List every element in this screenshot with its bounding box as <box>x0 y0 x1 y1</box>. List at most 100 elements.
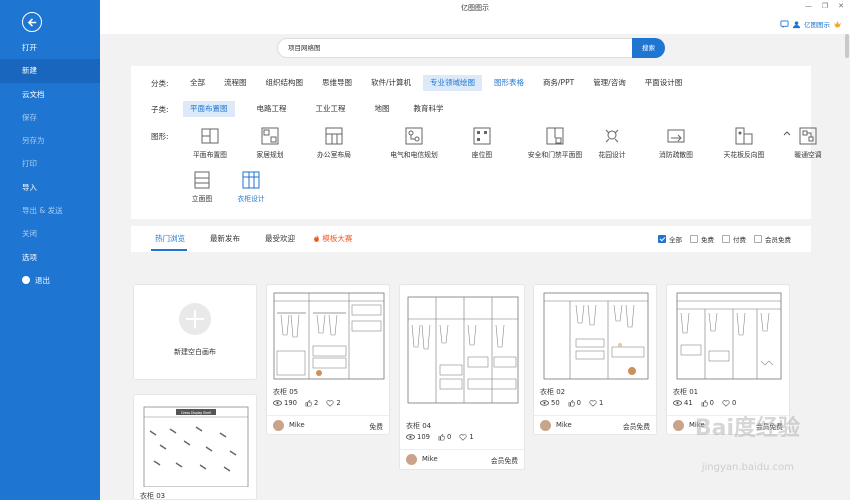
shape-ceiling[interactable]: 天花板反向图 <box>707 126 781 159</box>
template-card[interactable]: 衣柜 02 50 0 1 Mike 会员免费 <box>533 284 657 435</box>
subcategory-circuit[interactable]: 电路工程 <box>250 101 294 117</box>
shape-floorplan[interactable]: 平面布置图 <box>177 126 243 159</box>
sidebar-menu: 打开 新建 云文档 保存 另存为 打印 导入 导出 & 发送 关闭 选项 退出 <box>0 36 100 292</box>
title-bar: 亿图图示 — ❐ ✕ <box>100 0 850 16</box>
card-title: 衣柜 01 <box>673 388 699 396</box>
likes-stat[interactable]: 2 <box>305 399 318 407</box>
restore-icon[interactable]: ❐ <box>822 2 828 10</box>
favorites-stat[interactable]: 1 <box>589 399 603 407</box>
search-button[interactable]: 搜索 <box>632 38 665 58</box>
scrollbar-thumb[interactable] <box>845 34 849 58</box>
sidebar-item-save-as[interactable]: 另存为 <box>0 129 100 152</box>
avatar[interactable] <box>406 454 417 465</box>
author-name[interactable]: Mike <box>289 421 305 429</box>
thumbs-up-icon <box>438 433 445 440</box>
shape-label: 电气和电信规划 <box>390 151 438 159</box>
subcategory-map[interactable]: 地图 <box>368 101 397 117</box>
new-blank-canvas-card[interactable]: 新建空白画布 <box>133 284 257 380</box>
favorites-stat[interactable]: 0 <box>722 399 736 407</box>
sidebar-item-cloud[interactable]: 云文档 <box>0 83 100 106</box>
price-label: 会员免费 <box>622 423 650 431</box>
avatar[interactable] <box>273 420 284 431</box>
check-paid[interactable]: 付费 <box>722 234 746 244</box>
wardrobe-thumbnail: Dress Display Shelf <box>143 406 249 487</box>
checkbox-icon <box>690 235 698 243</box>
template-card[interactable]: Dress Display Shelf 衣柜 03 <box>133 394 257 500</box>
shape-seating[interactable]: 座位图 <box>449 126 515 159</box>
shape-wardrobe[interactable]: 衣柜设计 <box>218 170 284 203</box>
favorites-stat[interactable]: 2 <box>326 399 341 407</box>
category-professional[interactable]: 专业领域绘图 <box>423 75 483 91</box>
card-stats: 41 0 0 <box>673 399 736 407</box>
shape-label: 立面图 <box>191 195 213 203</box>
shape-label: 花园设计 <box>598 151 626 159</box>
category-graphics-table[interactable]: 图形表格 <box>487 75 531 91</box>
shape-garden[interactable]: 花园设计 <box>579 126 645 159</box>
back-arrow-icon[interactable] <box>22 12 42 32</box>
sidebar-item-new[interactable]: 新建 <box>0 59 100 83</box>
subcategory-floorplan[interactable]: 平面布置图 <box>183 101 235 117</box>
sidebar-item-print[interactable]: 打印 <box>0 152 100 175</box>
check-all[interactable]: 全部 <box>658 234 682 244</box>
template-card[interactable]: 衣柜 05 190 2 2 Mike 免费 <box>266 284 390 435</box>
sidebar-item-options[interactable]: 选项 <box>0 246 100 269</box>
subcategory-education[interactable]: 教育科学 <box>407 101 451 117</box>
scrollbar[interactable] <box>844 34 850 500</box>
category-flowchart[interactable]: 流程图 <box>217 75 254 91</box>
sidebar-item-export[interactable]: 导出 & 发送 <box>0 199 100 222</box>
category-mindmap[interactable]: 思维导图 <box>315 75 359 91</box>
tab-popular[interactable]: 最受欢迎 <box>265 233 295 244</box>
brand-link[interactable]: 亿图图示 <box>780 19 842 29</box>
shape-office-layout[interactable]: 办公室布局 <box>301 126 367 159</box>
likes-stat[interactable]: 0 <box>701 399 714 407</box>
ceiling-icon <box>735 127 753 145</box>
tab-underline <box>151 249 187 251</box>
shape-home-plan[interactable]: 家居规划 <box>237 126 303 159</box>
close-icon[interactable]: ✕ <box>838 2 844 10</box>
sidebar-item-open[interactable]: 打开 <box>0 36 100 59</box>
sidebar-item-exit[interactable]: 退出 <box>0 269 100 292</box>
author-name[interactable]: Mike <box>422 455 438 463</box>
thumbs-up-icon <box>568 399 575 406</box>
search-input[interactable]: 项目网络图 <box>277 38 634 58</box>
shape-label: 暖通空调 <box>794 151 822 159</box>
heart-icon <box>722 399 730 407</box>
sidebar-item-save[interactable]: 保存 <box>0 106 100 129</box>
avatar[interactable] <box>673 420 684 431</box>
category-label: 分类: <box>151 79 169 88</box>
sidebar-item-import[interactable]: 导入 <box>0 176 100 199</box>
tab-hot[interactable]: 热门浏览 <box>155 233 185 244</box>
avatar[interactable] <box>540 420 551 431</box>
template-card[interactable]: 衣柜 04 109 0 1 Mike 会员免费 <box>399 284 525 470</box>
electrical-plan-icon <box>405 127 423 145</box>
check-free[interactable]: 免费 <box>690 234 714 244</box>
window-title: 亿图图示 <box>461 4 489 12</box>
garden-icon <box>605 129 619 143</box>
category-all[interactable]: 全部 <box>183 75 212 91</box>
shape-electrical-plan[interactable]: 电气和电信规划 <box>374 126 454 159</box>
minimize-icon[interactable]: — <box>805 2 812 10</box>
likes-stat[interactable]: 0 <box>438 433 451 441</box>
sidebar-item-close[interactable]: 关闭 <box>0 222 100 245</box>
tab-latest[interactable]: 最新发布 <box>210 233 240 244</box>
shape-label: 天花板反向图 <box>723 151 765 159</box>
category-business[interactable]: 商务/PPT <box>536 75 581 91</box>
card-footer: Mike 免费 <box>267 415 389 433</box>
tab-contest[interactable]: 模板大赛 <box>313 233 352 244</box>
favorites-stat[interactable]: 1 <box>459 433 474 441</box>
subcategory-industrial[interactable]: 工业工程 <box>309 101 353 117</box>
shape-label: 办公室布局 <box>317 151 351 159</box>
category-software[interactable]: 软件/计算机 <box>364 75 418 91</box>
category-org-chart[interactable]: 组织结构图 <box>259 75 311 91</box>
check-member-free[interactable]: 会员免费 <box>754 234 791 244</box>
shape-label: 平面布置图 <box>193 151 227 159</box>
shape-hvac[interactable]: 暖通空调 <box>775 126 841 159</box>
author-name[interactable]: Mike <box>556 421 572 429</box>
thumbs-up-icon <box>701 399 708 406</box>
category-management[interactable]: 管理/咨询 <box>586 75 633 91</box>
likes-stat[interactable]: 0 <box>568 399 581 407</box>
category-graphic-design[interactable]: 平面设计图 <box>638 75 690 91</box>
shape-fire-escape[interactable]: 消防疏散图 <box>643 126 709 159</box>
chat-icon <box>780 19 789 28</box>
baidu-watermark-url: jingyan.baidu.com <box>701 462 794 473</box>
